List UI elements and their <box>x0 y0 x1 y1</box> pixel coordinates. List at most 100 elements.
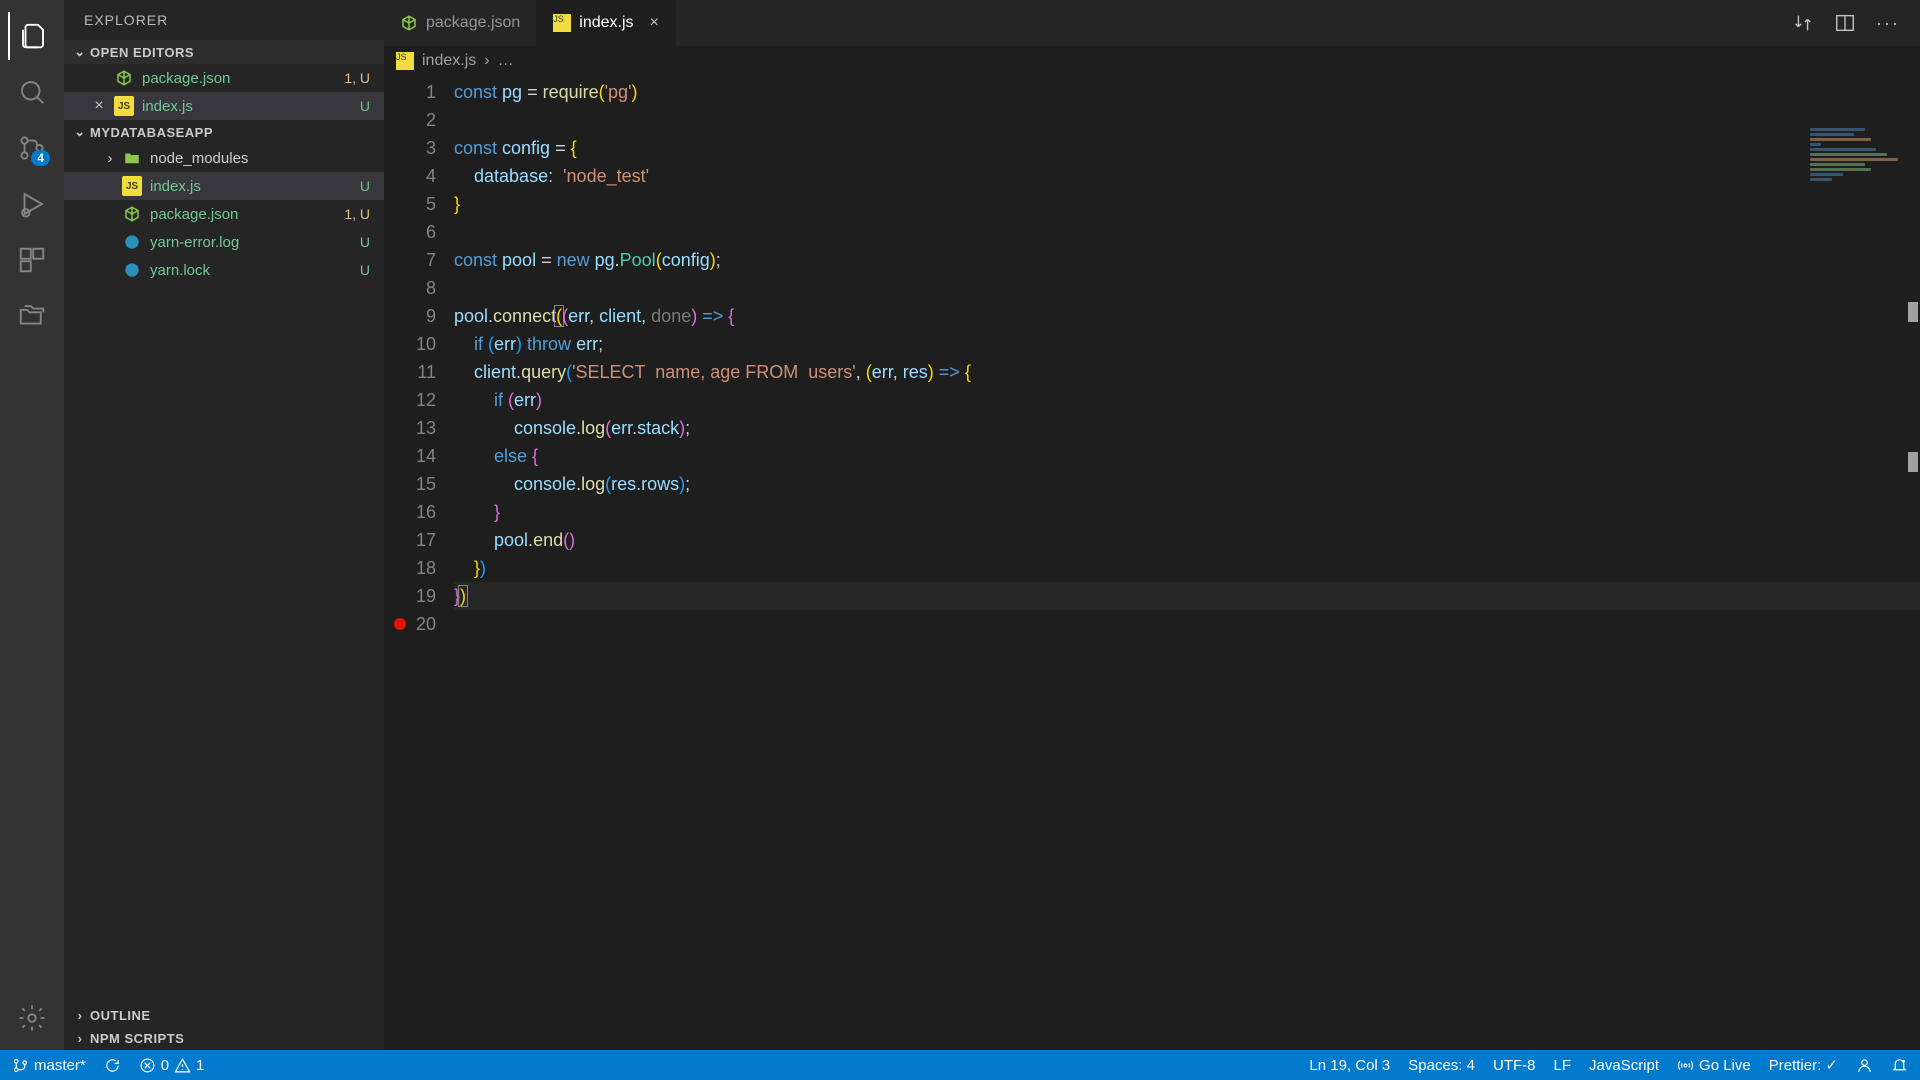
warning-count: 1 <box>196 1057 204 1074</box>
git-status: 1, U <box>344 70 370 86</box>
close-icon[interactable]: × <box>90 97 108 115</box>
error-count: 0 <box>161 1057 169 1074</box>
minimap[interactable] <box>1806 126 1916 216</box>
explorer-tab[interactable] <box>8 12 56 60</box>
project-label: MYDATABASEAPP <box>90 125 213 140</box>
file-label: yarn.lock <box>150 262 360 279</box>
indentation[interactable]: Spaces: 4 <box>1408 1057 1475 1074</box>
extensions-icon <box>17 245 47 275</box>
file-label: yarn-error.log <box>150 234 360 251</box>
yarn-file-icon <box>122 232 142 252</box>
folder-icon <box>122 148 142 168</box>
cursor-position[interactable]: Ln 19, Col 3 <box>1309 1057 1390 1074</box>
npm-file-icon <box>400 14 418 32</box>
activity-bar: 4 <box>0 0 64 1050</box>
code-editor[interactable]: 1234567891011121314151617181920 const pg… <box>384 76 1920 1050</box>
close-icon[interactable]: × <box>650 14 659 32</box>
editor-tab[interactable]: JS index.js × <box>537 0 676 46</box>
open-editors-label: OPEN EDITORS <box>90 45 194 60</box>
chevron-down-icon: ⌄ <box>72 124 88 140</box>
warning-icon <box>174 1057 191 1074</box>
js-file-icon: JS <box>114 96 134 116</box>
outline-label: OUTLINE <box>90 1008 151 1023</box>
editor-tab[interactable]: package.json <box>384 0 537 46</box>
chevron-down-icon: ⌄ <box>72 44 88 60</box>
sidebar-title: EXPLORER <box>64 0 384 40</box>
chevron-right-icon: › <box>72 1031 88 1046</box>
language-mode[interactable]: JavaScript <box>1589 1057 1659 1074</box>
npm-file-icon <box>122 204 142 224</box>
file-label: package.json <box>150 206 344 223</box>
overview-ruler <box>1906 122 1920 1050</box>
feedback[interactable] <box>1856 1057 1873 1074</box>
tab-label: package.json <box>426 14 520 32</box>
breadcrumb-rest: … <box>498 52 514 70</box>
file-item[interactable]: yarn.lockU <box>64 256 384 284</box>
search-tab[interactable] <box>8 68 56 116</box>
debug-tab[interactable] <box>8 180 56 228</box>
chevron-right-icon: › <box>72 1008 88 1023</box>
tab-actions: ··· <box>1792 0 1920 46</box>
file-label: node_modules <box>150 150 376 167</box>
settings-tab[interactable] <box>8 994 56 1042</box>
git-status: U <box>360 98 370 114</box>
split-editor-icon[interactable] <box>1834 12 1856 34</box>
sync-icon <box>104 1057 121 1074</box>
tab-label: index.js <box>579 14 633 32</box>
open-editor-item[interactable]: package.json1, U <box>64 64 384 92</box>
open-editors-header[interactable]: ⌄ OPEN EDITORS <box>64 40 384 64</box>
scm-badge: 4 <box>31 150 50 166</box>
chevron-right-icon: › <box>102 150 118 167</box>
outline-header[interactable]: › OUTLINE <box>64 1004 384 1027</box>
sync-button[interactable] <box>104 1057 121 1074</box>
editor-group: package.json JS index.js × ··· JS index.js … <box>384 0 1920 1050</box>
broadcast-icon <box>1677 1057 1694 1074</box>
git-branch-icon <box>12 1057 29 1074</box>
file-item[interactable]: package.json1, U <box>64 200 384 228</box>
go-live[interactable]: Go Live <box>1677 1057 1751 1074</box>
breadcrumb-file: index.js <box>422 52 476 70</box>
folders-tab[interactable] <box>8 292 56 340</box>
folder-item[interactable]: › node_modules <box>64 144 384 172</box>
status-bar: master* 0 1 Ln 19, Col 3 Spaces: 4 UTF-8… <box>0 1050 1920 1080</box>
git-branch[interactable]: master* <box>12 1057 86 1074</box>
extensions-tab[interactable] <box>8 236 56 284</box>
breadcrumb[interactable]: JS index.js › … <box>384 46 1920 76</box>
prettier[interactable]: Prettier: ✓ <box>1769 1056 1838 1074</box>
breakpoint-icon[interactable] <box>394 618 406 630</box>
problems[interactable]: 0 1 <box>139 1057 205 1074</box>
tab-bar: package.json JS index.js × ··· <box>384 0 1920 46</box>
gear-icon <box>17 1003 47 1033</box>
js-file-icon: JS <box>122 176 142 196</box>
more-actions-icon[interactable]: ··· <box>1876 13 1900 34</box>
npm-file-icon <box>114 68 134 88</box>
git-status: U <box>360 262 370 278</box>
files-icon <box>18 21 48 51</box>
branch-name: master* <box>34 1057 86 1074</box>
git-status: U <box>360 178 370 194</box>
scm-tab[interactable]: 4 <box>8 124 56 172</box>
eol[interactable]: LF <box>1553 1057 1571 1074</box>
yarn-file-icon <box>122 260 142 280</box>
open-editor-item[interactable]: × JS index.jsU <box>64 92 384 120</box>
project-header[interactable]: ⌄ MYDATABASEAPP <box>64 120 384 144</box>
file-item[interactable]: JS index.jsU <box>64 172 384 200</box>
sidebar: EXPLORER ⌄ OPEN EDITORS package.json1, U… <box>64 0 384 1050</box>
js-file-icon: JS <box>553 14 571 32</box>
js-file-icon: JS <box>396 52 414 70</box>
bell-icon <box>1891 1057 1908 1074</box>
file-label: index.js <box>142 98 360 115</box>
search-icon <box>17 77 47 107</box>
npm-scripts-label: NPM SCRIPTS <box>90 1031 184 1046</box>
file-label: index.js <box>150 178 360 195</box>
chevron-right-icon: › <box>484 52 489 70</box>
compare-changes-icon[interactable] <box>1792 12 1814 34</box>
file-label: package.json <box>142 70 344 87</box>
notifications[interactable] <box>1891 1057 1908 1074</box>
encoding[interactable]: UTF-8 <box>1493 1057 1536 1074</box>
npm-scripts-header[interactable]: › NPM SCRIPTS <box>64 1027 384 1050</box>
git-status: U <box>360 234 370 250</box>
debug-icon <box>17 189 47 219</box>
git-status: 1, U <box>344 206 370 222</box>
file-item[interactable]: yarn-error.logU <box>64 228 384 256</box>
